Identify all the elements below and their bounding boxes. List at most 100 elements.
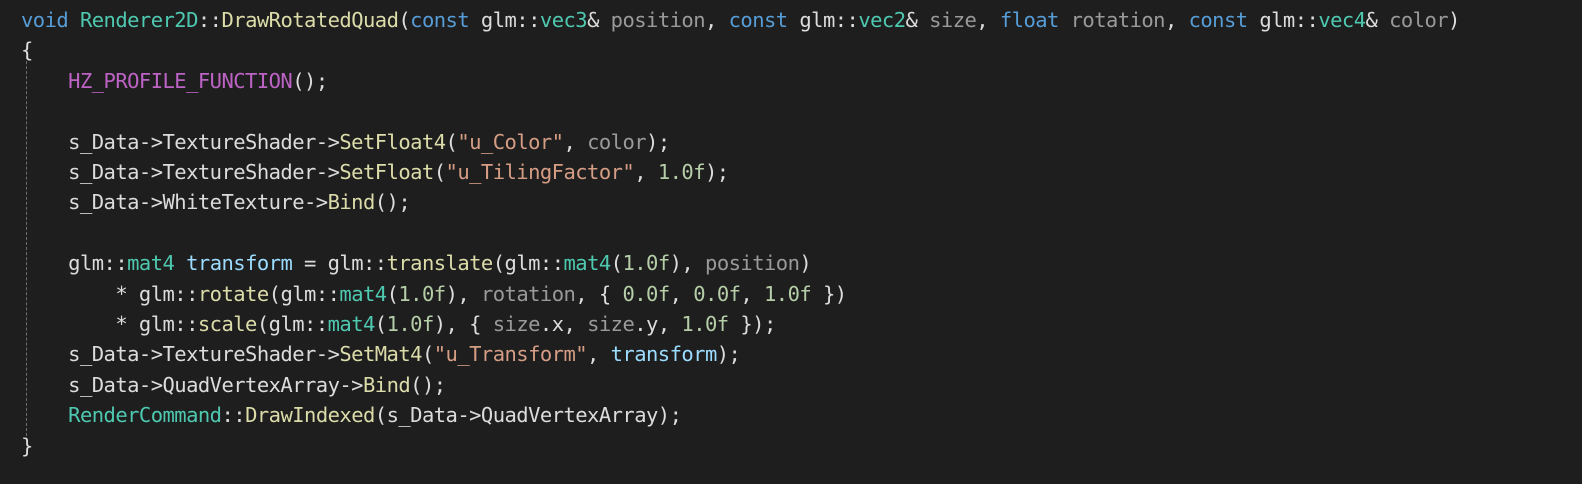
code-token: 1.0f (398, 281, 446, 306)
code-token: vec4 (1318, 8, 1366, 32)
code-token: mat4 (339, 281, 387, 306)
code-token: glm:: (787, 8, 859, 32)
code-token: transform (610, 342, 718, 367)
code-token: 1.0f (764, 281, 812, 306)
code-token: s_Data->TextureShader-> (21, 342, 340, 367)
code-token: (); (292, 68, 328, 93)
code-token: , (705, 8, 729, 32)
code-token: rotate (197, 281, 269, 306)
code-line: RenderCommand::DrawIndexed(s_Data->QuadV… (21, 400, 682, 430)
code-token: , (587, 342, 611, 367)
code-token: & (1365, 8, 1390, 32)
code-token: * glm:: (21, 281, 198, 306)
code-token: transform (186, 251, 293, 276)
code-token: , (740, 281, 764, 306)
code-token: ( (445, 129, 458, 154)
code-line: glm::mat4 transform = glm::translate(glm… (21, 248, 812, 278)
code-token: 1.0f (622, 251, 670, 276)
code-token: ( (610, 251, 623, 276)
code-token: * glm:: (21, 312, 198, 336)
code-token: (); (374, 190, 411, 215)
code-token: } (21, 433, 33, 458)
code-token: const (728, 8, 789, 32)
code-line: * glm::rotate(glm::mat4(1.0f), rotation,… (21, 279, 847, 309)
code-token: s_Data->TextureShader-> (21, 160, 340, 184)
code-token: Bind (327, 190, 376, 215)
code-token: .x, (539, 312, 588, 336)
code-token: ) (1448, 8, 1460, 32)
code-token: SetMat4 (339, 342, 422, 367)
code-token: ( (421, 342, 434, 367)
code-token: const (1188, 8, 1249, 32)
code-token: & (587, 8, 611, 32)
code-token: ); (716, 342, 741, 367)
code-token: = glm:: (292, 251, 387, 276)
code-token: size (492, 312, 541, 336)
code-token: (glm:: (492, 251, 564, 276)
code-token: { (21, 38, 33, 63)
code-token: ), { (433, 312, 493, 336)
code-token: size (929, 8, 977, 32)
code-token: ( (433, 160, 446, 184)
code-token: "u_Color" (457, 129, 564, 154)
code-line: HZ_PROFILE_FUNCTION(); (21, 66, 328, 96)
code-token: 1.0f (657, 160, 706, 184)
code-token: float (999, 8, 1060, 32)
code-line: void Renderer2D::DrawRotatedQuad(const g… (21, 5, 1460, 35)
code-line: s_Data->WhiteTexture->Bind(); (21, 187, 411, 217)
code-token: ) (799, 251, 812, 276)
code-token: 1.0f (681, 312, 729, 336)
code-token: 0.0f (622, 281, 670, 306)
code-line: * glm::scale(glm::mat4(1.0f), { size.x, … (21, 309, 776, 339)
code-token: s_Data->TextureShader-> (21, 129, 340, 154)
code-token: rotation (1070, 8, 1166, 32)
code-token: SetFloat4 (339, 129, 446, 154)
code-token: , (976, 8, 1000, 32)
code-token: mat4 (127, 251, 175, 276)
code-line: s_Data->TextureShader->SetFloat("u_Tilin… (21, 157, 729, 187)
code-token: :: (221, 403, 246, 428)
code-token: ), (445, 281, 481, 306)
code-token: s_Data->QuadVertexArray-> (21, 372, 363, 397)
code-token: , (634, 160, 658, 184)
code-token: , { (575, 281, 623, 306)
code-line: s_Data->QuadVertexArray->Bind(); (21, 370, 446, 400)
code-token: (glm:: (256, 312, 328, 336)
code-token: ), (669, 251, 706, 276)
code-token: RenderCommand (68, 403, 222, 428)
code-token: , (1164, 8, 1189, 32)
code-token: 0.0f (693, 281, 741, 306)
code-token: mat4 (327, 312, 376, 336)
code-token: , (669, 281, 694, 306)
code-token: ); (646, 129, 670, 154)
code-line: s_Data->TextureShader->SetFloat4("u_Colo… (21, 127, 670, 157)
code-token: ); (704, 160, 729, 184)
code-token: , (563, 129, 588, 154)
code-token: .y, (634, 312, 682, 336)
code-token: 1.0f (386, 312, 435, 336)
code-line: s_Data->TextureShader->SetMat4("u_Transf… (21, 339, 741, 369)
code-token: SetFloat (339, 160, 434, 184)
code-editor[interactable]: void Renderer2D::DrawRotatedQuad(const g… (0, 0, 1582, 484)
code-line: { (21, 35, 33, 65)
code-token: (); (410, 372, 446, 397)
code-token: HZ_PROFILE_FUNCTION (68, 68, 293, 93)
code-token: }) (811, 281, 847, 306)
code-token: position (705, 251, 800, 276)
code-token: "u_TilingFactor" (445, 160, 635, 184)
code-token: }); (728, 312, 776, 336)
code-token: "u_Transform" (433, 342, 588, 367)
code-token: (glm:: (268, 281, 340, 306)
code-token: glm:: (1247, 8, 1319, 32)
code-token: position (610, 8, 706, 32)
code-token: color (587, 129, 647, 154)
code-token: vec3 (539, 8, 588, 32)
code-token: ( (374, 312, 387, 336)
code-token: void (21, 8, 69, 32)
code-token: color (1389, 8, 1449, 32)
code-token: rotation (480, 281, 576, 306)
